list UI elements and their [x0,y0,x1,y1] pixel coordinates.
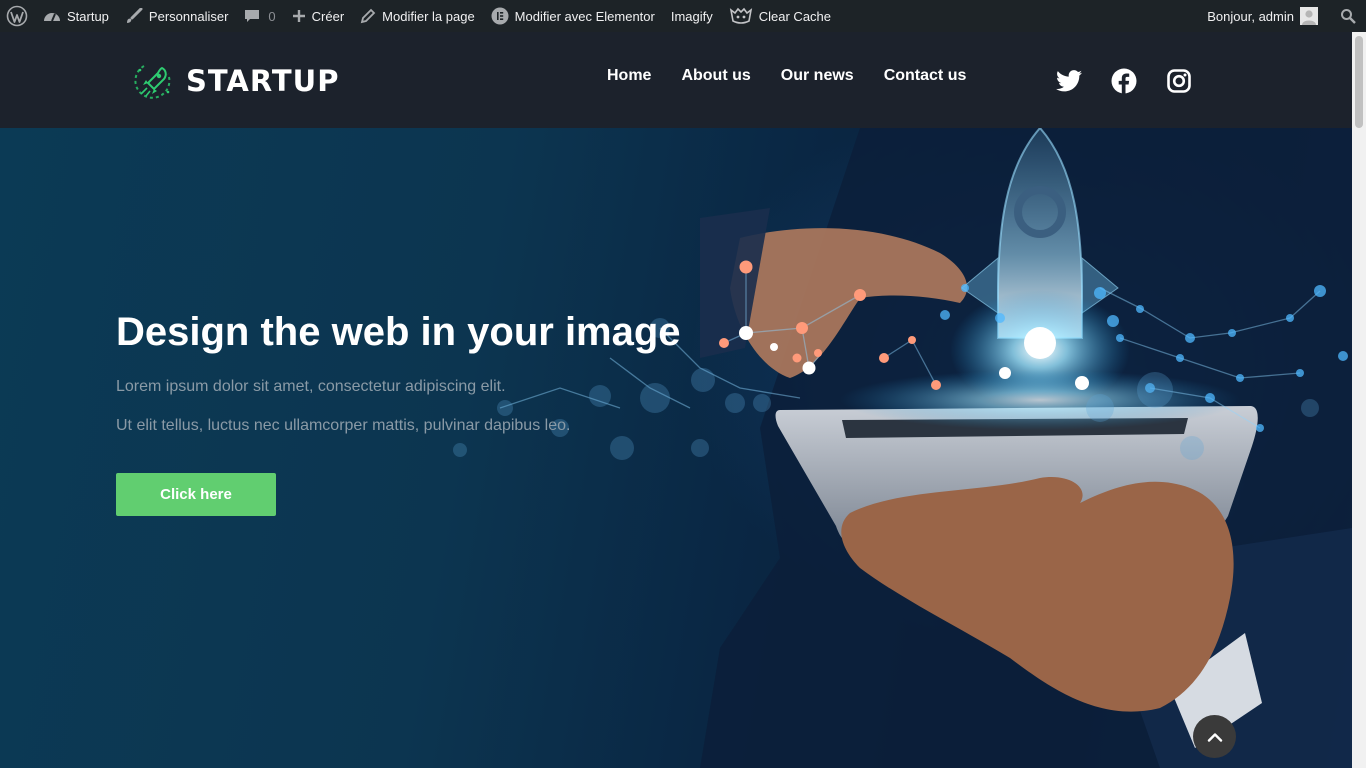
pencil-icon [360,8,376,24]
search-icon [1341,9,1356,24]
customize-link[interactable]: Personnaliser [117,0,237,32]
page-scrollbar[interactable] [1352,32,1366,768]
admin-bar: Startup Personnaliser 0 Créer Modifier l [0,0,1366,32]
wordpress-logo-button[interactable] [0,0,35,32]
scrollbar-thumb[interactable] [1355,36,1363,128]
site-logo[interactable]: STARTUP [134,60,339,102]
customize-label: Personnaliser [148,8,229,24]
new-content-link[interactable]: Créer [284,0,353,32]
admin-search-button[interactable] [1326,8,1366,24]
plus-icon [292,9,306,23]
greeting-label: Bonjour, admin [1207,8,1294,24]
elementor-icon [491,7,509,25]
hero-section: Design the web in your image Lorem ipsum… [0,128,1352,768]
back-to-top-button[interactable] [1193,715,1236,758]
edit-with-elementor-label: Modifier avec Elementor [514,8,655,24]
new-content-label: Créer [311,8,345,24]
wordpress-logo-icon [6,5,28,27]
paintbrush-icon [125,8,143,24]
imagify-label: Imagify [670,8,713,24]
avatar [1300,7,1318,25]
clear-cache-label: Clear Cache [758,8,832,24]
social-links [1055,68,1220,94]
comments-link[interactable]: 0 [236,0,283,32]
facebook-icon [1111,68,1137,94]
site-header: STARTUP Home About us Our news Contact u… [0,32,1352,128]
twitter-link[interactable] [1055,68,1083,94]
instagram-link[interactable] [1165,68,1193,94]
edit-page-label: Modifier la page [382,8,475,24]
hero-title: Design the web in your image [116,310,681,354]
hero-text-line-1: Lorem ipsum dolor sit amet, consectetur … [116,378,506,395]
hero-text-line-2: Ut elit tellus, luctus nec ullamcorper m… [116,417,571,434]
comment-icon [244,8,260,24]
nav-about-us[interactable]: About us [666,64,765,88]
dashboard-icon [43,8,61,24]
cache-plugin-icon [729,7,753,25]
imagify-link[interactable]: Imagify [663,0,721,32]
rocket-logo-icon [134,65,171,99]
instagram-icon [1167,69,1191,93]
comments-count: 0 [268,8,276,24]
edit-with-elementor-link[interactable]: Modifier avec Elementor [483,0,663,32]
nav-our-news[interactable]: Our news [766,64,869,88]
edit-page-link[interactable]: Modifier la page [352,0,483,32]
main-navigation: Home About us Our news Contact us [592,64,981,88]
click-here-button[interactable]: Click here [116,473,276,516]
site-name-label: Startup [67,8,109,24]
site-name-link[interactable]: Startup [35,0,117,32]
nav-contact-us[interactable]: Contact us [869,64,982,88]
chevron-up-icon [1207,732,1222,742]
hero-background-image [453,128,1352,768]
nav-home[interactable]: Home [592,64,666,88]
clear-cache-link[interactable]: Clear Cache [721,0,839,32]
facebook-link[interactable] [1110,68,1138,94]
site-title: STARTUP [186,64,340,98]
twitter-icon [1056,70,1082,92]
account-menu[interactable]: Bonjour, admin [1199,0,1326,32]
